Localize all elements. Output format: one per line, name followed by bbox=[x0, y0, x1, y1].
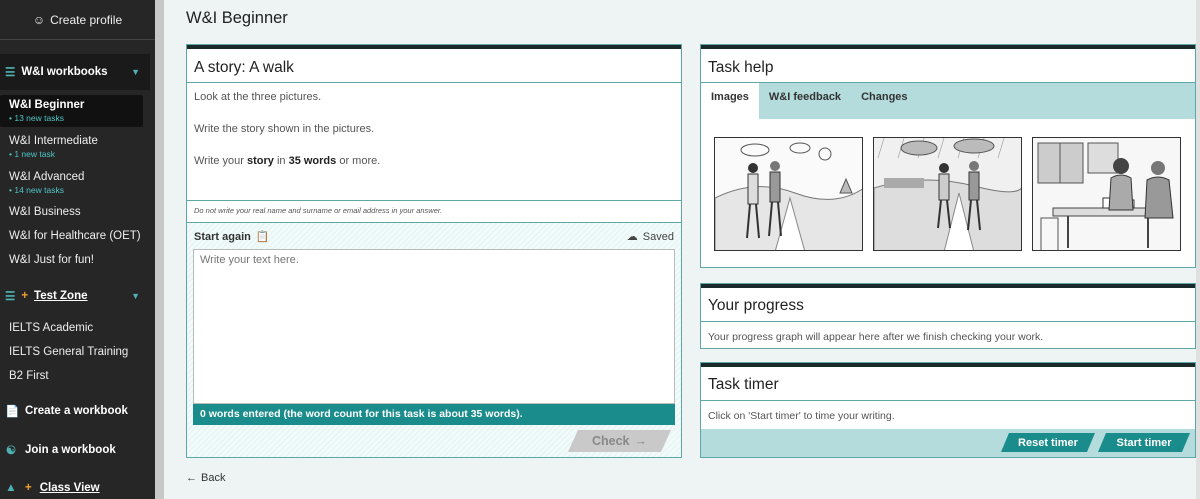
user-icon: ☺ bbox=[32, 12, 46, 27]
tab-images[interactable]: Images bbox=[701, 83, 759, 119]
back-label: Back bbox=[201, 472, 226, 484]
sidebar-item-wi-beginner[interactable]: W&I Beginner • 13 new tasks bbox=[0, 95, 143, 127]
saved-label: Saved bbox=[642, 230, 674, 243]
timer-message: Click on 'Start timer' to time your writ… bbox=[708, 410, 895, 422]
sidebar-item-wi-healthcare[interactable]: W&I for Healthcare (OET) bbox=[0, 230, 143, 242]
sidebar-item-label: W&I Just for fun! bbox=[9, 254, 94, 266]
timer-button-bar: Reset timer Start timer bbox=[701, 429, 1195, 457]
story-picture-1[interactable] bbox=[714, 137, 863, 251]
sidebar-item-ielts-academic[interactable]: IELTS Academic bbox=[0, 322, 143, 334]
save-status: ☁ Saved bbox=[626, 230, 674, 244]
instruction-text: Write your bbox=[194, 155, 247, 167]
sidebar-item-wi-just-for-fun[interactable]: W&I Just for fun! bbox=[0, 254, 143, 266]
instruction-emphasis: story bbox=[246, 155, 274, 167]
privacy-note: Do not write your real name and surname … bbox=[187, 201, 681, 223]
instruction-text: in bbox=[273, 155, 289, 167]
workbooks-section-toggle[interactable]: ☰ W&I workbooks ▼ bbox=[0, 54, 150, 90]
plus-icon: + bbox=[25, 482, 32, 494]
story-picture-2[interactable] bbox=[873, 137, 1022, 251]
sidebar-item-label: W&I for Healthcare (OET) bbox=[9, 230, 141, 242]
class-view-label: Class View bbox=[39, 482, 100, 494]
reset-timer-button[interactable]: Reset timer bbox=[1001, 433, 1095, 452]
page-scrollbar[interactable] bbox=[1196, 0, 1200, 499]
sidebar-item-label: IELTS General Training bbox=[9, 346, 129, 358]
test-zone-label: Test Zone bbox=[34, 290, 88, 302]
chevron-down-icon: ▼ bbox=[131, 67, 140, 77]
sidebar-item-label: W&I Intermediate bbox=[9, 135, 98, 147]
sidebar-item-wi-business[interactable]: W&I Business bbox=[0, 206, 143, 218]
sidebar-item-label: W&I Business bbox=[9, 206, 81, 218]
chevron-down-icon: ▼ bbox=[131, 291, 140, 301]
task-help-panel: Task help Images W&I feedback Changes bbox=[700, 44, 1196, 268]
group-icon: ☯ bbox=[5, 445, 17, 457]
progress-message: Your progress graph will appear here aft… bbox=[708, 331, 1044, 343]
create-profile-label: Create profile bbox=[50, 12, 123, 27]
tab-changes[interactable]: Changes bbox=[851, 83, 917, 119]
story-images bbox=[701, 119, 1195, 269]
sidebar-item-label: W&I Advanced bbox=[9, 171, 85, 183]
back-link[interactable]: ← Back bbox=[186, 472, 225, 484]
sidebar-divider bbox=[155, 0, 164, 499]
page-title: W&I Beginner bbox=[186, 9, 288, 27]
document-icon: 📄 bbox=[5, 406, 20, 418]
create-workbook-button[interactable]: 📄 Create a workbook bbox=[5, 404, 128, 418]
class-view-button[interactable]: ▲ + Class View bbox=[5, 482, 100, 494]
create-profile-button[interactable]: ☺ Create profile bbox=[0, 0, 155, 40]
join-workbook-label: Join a workbook bbox=[25, 444, 116, 456]
writing-area: Start again 📋 ☁ Saved 0 words entered (t… bbox=[187, 223, 681, 457]
cloud-icon: ☁ bbox=[626, 231, 638, 243]
task-instructions: Look at the three pictures. Write the st… bbox=[187, 83, 681, 201]
sidebar: ☺ Create profile ☰ W&I workbooks ▼ W&I B… bbox=[0, 0, 155, 499]
graduation-cap-icon: ▲ bbox=[5, 482, 17, 494]
start-again-label: Start again bbox=[194, 230, 251, 243]
plus-icon: + bbox=[21, 290, 29, 302]
progress-title: Your progress bbox=[701, 288, 1195, 322]
join-workbook-button[interactable]: ☯ Join a workbook bbox=[5, 443, 116, 457]
clipboard-icon: 📋 bbox=[255, 231, 270, 243]
new-tasks-badge: • 14 new tasks bbox=[9, 185, 64, 195]
task-timer-panel: Task timer Click on 'Start timer' to tim… bbox=[700, 362, 1196, 458]
sidebar-item-label: B2 First bbox=[9, 370, 49, 382]
tab-wi-feedback[interactable]: W&I feedback bbox=[759, 83, 851, 119]
start-again-button[interactable]: Start again 📋 bbox=[194, 230, 270, 244]
sidebar-item-label: IELTS Academic bbox=[9, 322, 94, 334]
story-task-panel: A story: A walk Look at the three pictur… bbox=[186, 44, 682, 458]
sidebar-item-wi-advanced[interactable]: W&I Advanced • 14 new tasks bbox=[0, 171, 143, 195]
create-workbook-label: Create a workbook bbox=[25, 405, 128, 417]
check-label: Check bbox=[591, 434, 630, 448]
sidebar-item-b2-first[interactable]: B2 First bbox=[0, 370, 143, 382]
timer-title: Task timer bbox=[701, 367, 1195, 401]
instruction-text: or more. bbox=[336, 155, 381, 167]
arrow-right-icon: → bbox=[634, 434, 648, 448]
task-title: A story: A walk bbox=[187, 49, 681, 83]
new-tasks-badge: • 1 new task bbox=[9, 149, 55, 159]
instruction-line: Look at the three pictures. bbox=[194, 91, 322, 103]
list-icon: ☰ bbox=[5, 67, 16, 79]
check-button[interactable]: Check → bbox=[568, 430, 671, 452]
arrow-left-icon: ← bbox=[186, 472, 197, 484]
sidebar-item-wi-intermediate[interactable]: W&I Intermediate • 1 new task bbox=[0, 135, 143, 159]
start-timer-button[interactable]: Start timer bbox=[1098, 433, 1190, 452]
word-count-bar: 0 words entered (the word count for this… bbox=[193, 404, 675, 425]
instruction-emphasis: 35 words bbox=[288, 155, 337, 167]
progress-panel: Your progress Your progress graph will a… bbox=[700, 283, 1196, 349]
list-icon: ☰ bbox=[5, 291, 16, 303]
instruction-line: Write your story in 35 words or more. bbox=[194, 155, 674, 167]
story-text-input[interactable] bbox=[193, 249, 675, 404]
workbooks-section-label: W&I workbooks bbox=[21, 66, 108, 78]
instruction-line: Write the story shown in the pictures. bbox=[194, 123, 375, 135]
task-help-tabs: Images W&I feedback Changes bbox=[701, 83, 1195, 119]
test-zone-section-toggle[interactable]: ☰ + Test Zone ▼ bbox=[0, 278, 150, 314]
task-help-title: Task help bbox=[701, 49, 1195, 83]
sidebar-item-ielts-general[interactable]: IELTS General Training bbox=[0, 346, 143, 358]
story-picture-3[interactable] bbox=[1032, 137, 1181, 251]
new-tasks-badge: • 13 new tasks bbox=[9, 113, 64, 123]
sidebar-item-label: W&I Beginner bbox=[9, 99, 85, 111]
